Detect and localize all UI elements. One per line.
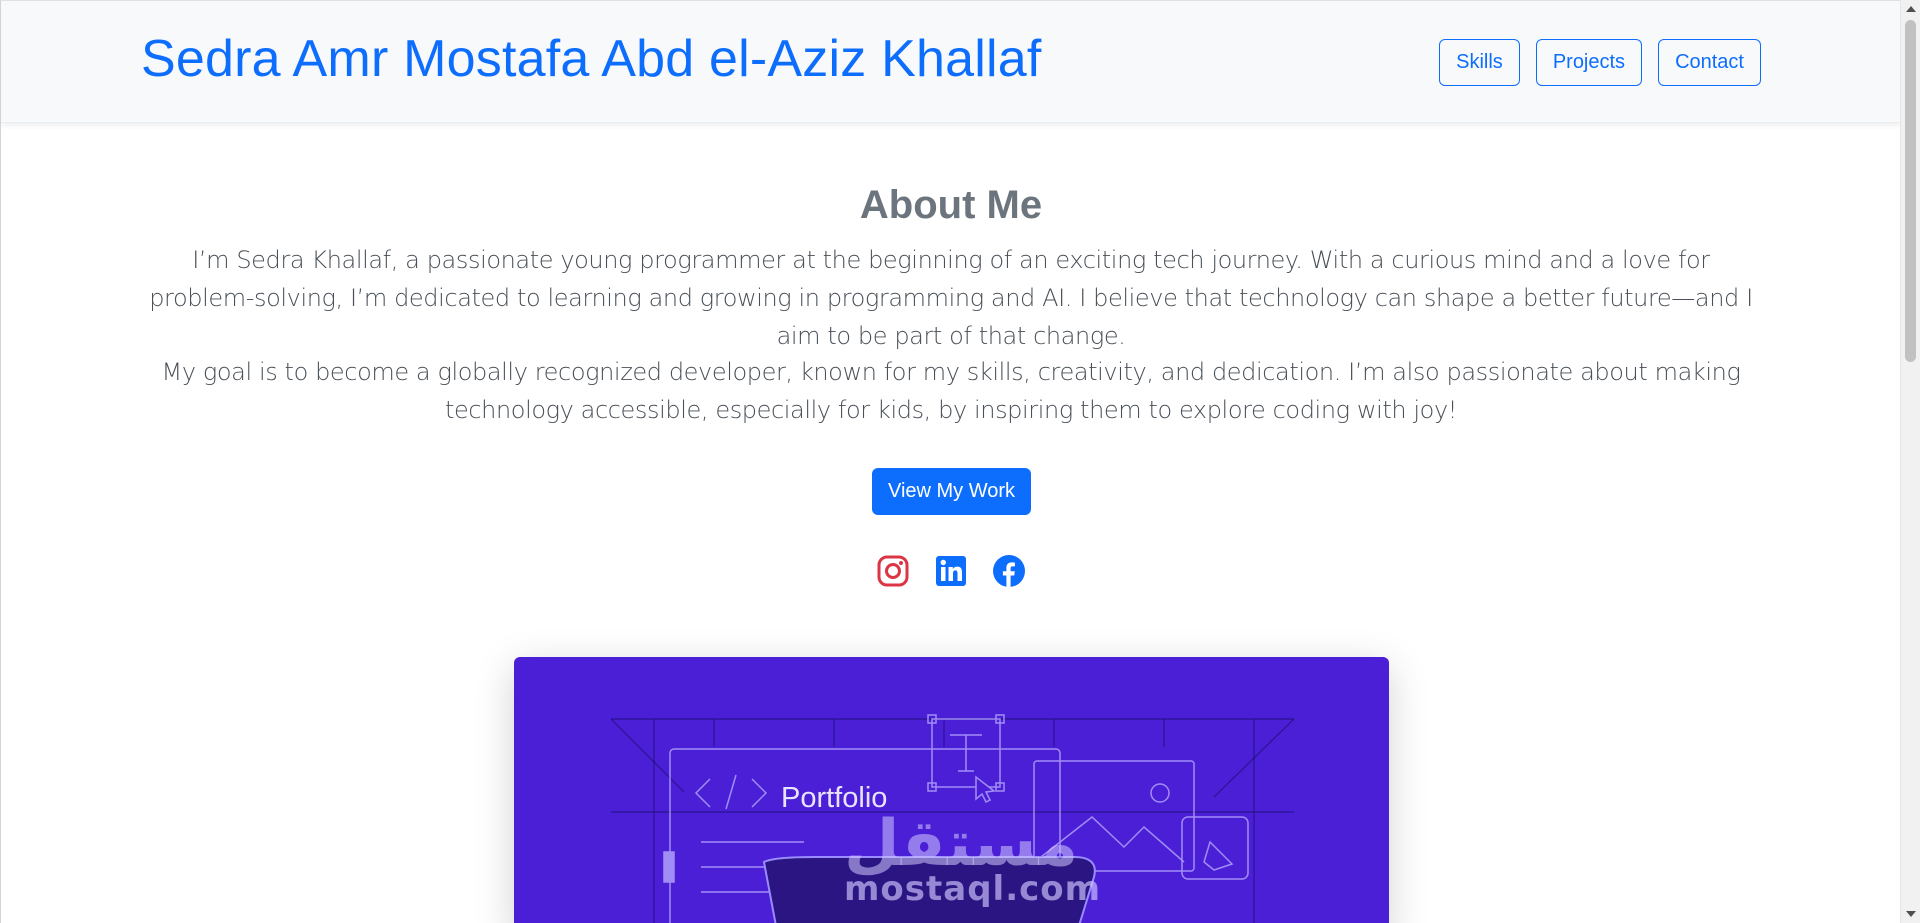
facebook-link[interactable] bbox=[992, 554, 1026, 588]
scroll-thumb[interactable] bbox=[1905, 20, 1916, 362]
about-paragraph-1: I’m Sedra Khallaf, a passionate young pr… bbox=[149, 246, 1753, 350]
instagram-icon bbox=[877, 555, 909, 587]
scroll-down-arrow-icon[interactable] bbox=[1906, 911, 1916, 917]
social-links bbox=[1, 554, 1900, 588]
view-my-work-button[interactable]: View My Work bbox=[872, 468, 1031, 515]
vertical-scrollbar[interactable] bbox=[1900, 0, 1920, 923]
scroll-up-arrow-icon[interactable] bbox=[1906, 6, 1916, 12]
nav-skills-button[interactable]: Skills bbox=[1439, 39, 1520, 86]
nav-projects-button[interactable]: Projects bbox=[1535, 39, 1643, 86]
linkedin-link[interactable] bbox=[934, 554, 968, 588]
about-title: About Me bbox=[859, 183, 1043, 227]
linkedin-icon bbox=[936, 556, 966, 586]
nav-buttons: Skills Projects Contact bbox=[1439, 39, 1761, 86]
mostaql-watermark: mostaql.com bbox=[844, 869, 1102, 909]
facebook-icon bbox=[993, 555, 1025, 587]
navbar: Sedra Amr Mostafa Abd el-Aziz Khallaf Sk… bbox=[1, 1, 1900, 123]
about-paragraph-2: My goal is to become a globally recogniz… bbox=[161, 358, 1741, 424]
instagram-link[interactable] bbox=[876, 554, 910, 588]
nav-contact-button[interactable]: Contact bbox=[1658, 39, 1761, 86]
site-brand-title[interactable]: Sedra Amr Mostafa Abd el-Aziz Khallaf bbox=[141, 29, 1042, 89]
page: Sedra Amr Mostafa Abd el-Aziz Khallaf Sk… bbox=[0, 0, 1900, 923]
portfolio-hero-image: Portfolio مستقل mostaql.com bbox=[514, 657, 1389, 923]
